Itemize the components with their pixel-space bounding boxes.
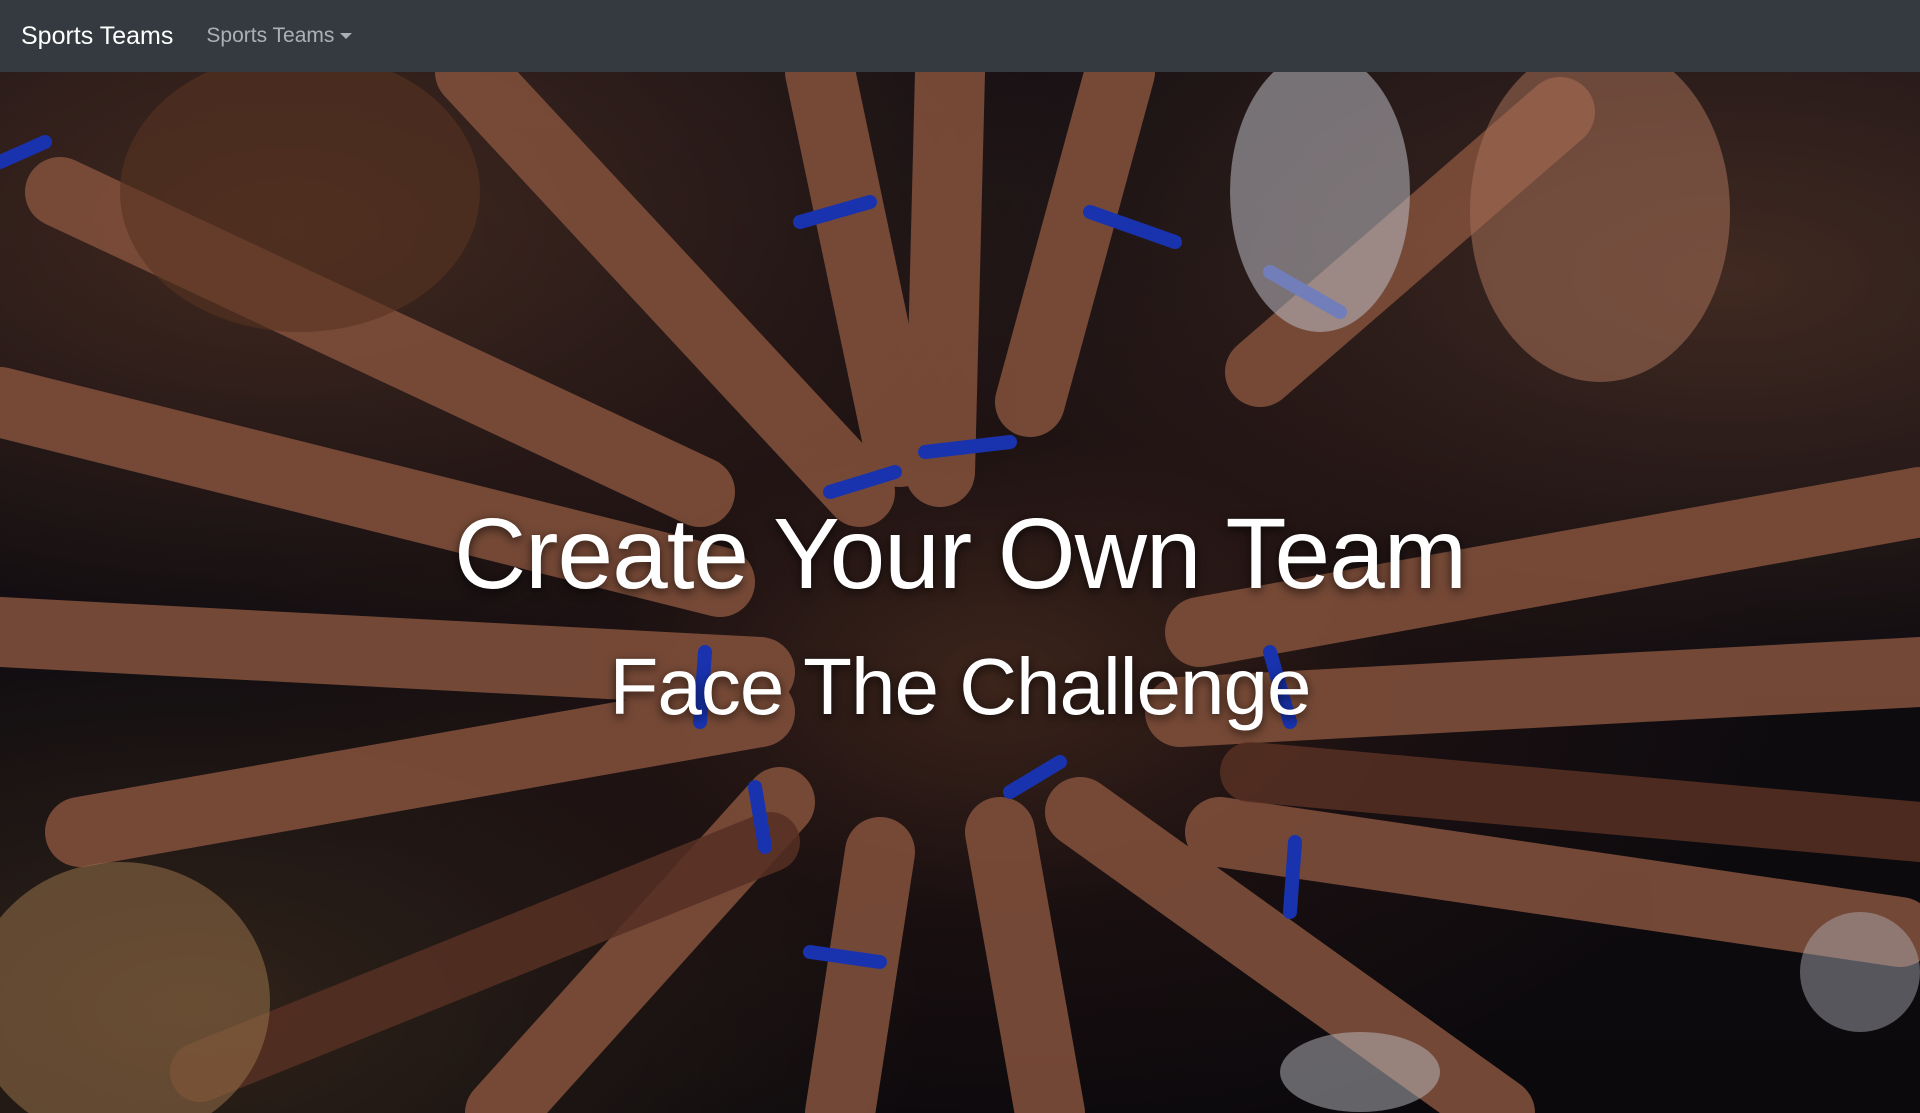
dropdown-label: Sports Teams xyxy=(206,24,335,47)
hero-subtitle: Face The Challenge xyxy=(609,642,1312,731)
navbar-brand[interactable]: Sports Teams xyxy=(21,22,173,51)
chevron-down-icon xyxy=(340,33,353,39)
top-navbar: Sports Teams Sports Teams xyxy=(0,0,1920,72)
sports-teams-dropdown[interactable]: Sports Teams xyxy=(206,24,353,48)
hero-title: Create Your Own Team xyxy=(453,498,1467,610)
hero-section: Create Your Own Team Face The Challenge xyxy=(0,72,1920,1113)
